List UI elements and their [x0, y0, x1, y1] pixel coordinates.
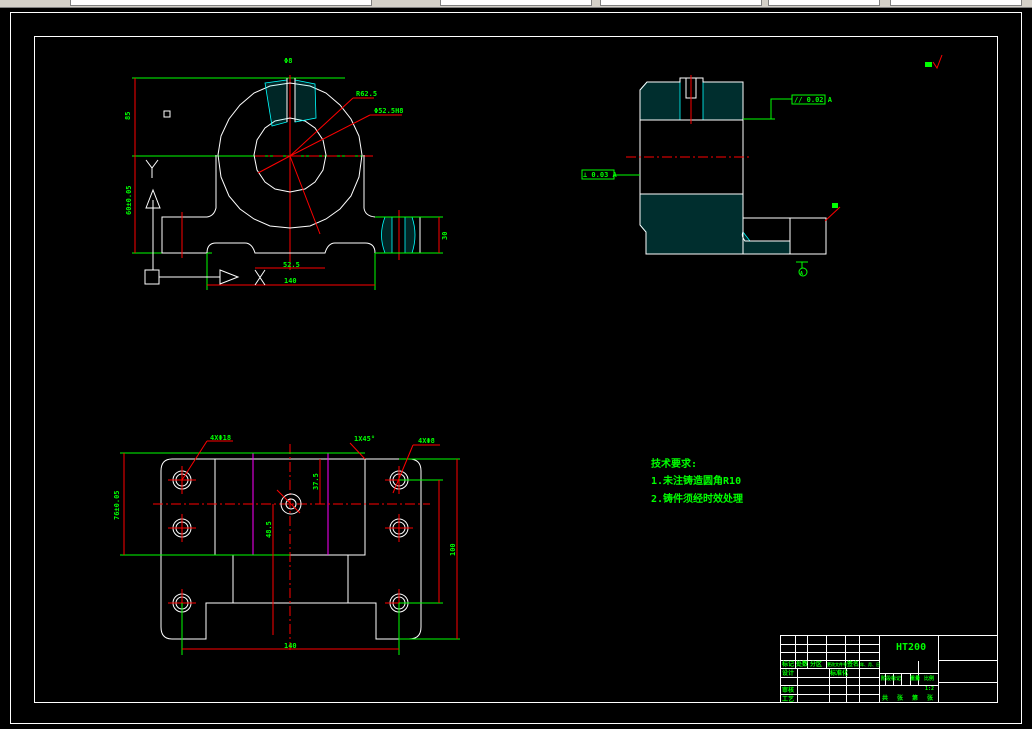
- tolerance-frame-perpendicular: ⊥ 0.03 A: [583, 171, 618, 179]
- drawing-canvas[interactable]: Φ8 R62.5 Φ52.5H8 85 60±0.05 30 52.5 140 …: [0, 0, 1032, 729]
- dim-width-bottom-plan: 140: [284, 642, 297, 650]
- plan-view: 4XΦ18 1X45° 4XΦ8 76±0.05 100 48.5 37.5 1…: [113, 434, 460, 655]
- dim-holes-left: 4XΦ18: [210, 434, 231, 442]
- dim-upper: 37.5: [312, 473, 320, 490]
- tb-sheet-number: 第: [911, 694, 918, 702]
- dim-total-height: 100: [449, 543, 457, 556]
- tb-header-signature: 签名: [846, 660, 859, 668]
- tb-stage-mark: 阶段标记: [881, 675, 901, 682]
- dim-height-left: 85: [124, 112, 132, 120]
- dim-holes-right: 4XΦ8: [418, 437, 435, 445]
- dim-center-width: 52.5: [283, 261, 300, 269]
- dim-radius2: Φ52.5H8: [374, 107, 404, 115]
- tb-design: 设计: [782, 669, 794, 677]
- tb-weight: 重量: [910, 675, 920, 682]
- tb-header-mark: 标记: [781, 660, 794, 668]
- dim-width-bottom: 140: [284, 277, 297, 285]
- dim-height-left-plan: 76±0.05: [113, 490, 121, 520]
- dim-inner-height: 48.5: [265, 521, 273, 538]
- sheet-outer-border: [10, 12, 1022, 724]
- dim-chamfer: 1X45°: [354, 435, 375, 443]
- tolerance-frame-parallel: // 0.02 A: [794, 96, 833, 104]
- tb-sheets-total: 共: [882, 694, 888, 702]
- tb-header-date: 年、月、日: [860, 661, 880, 667]
- dim-base-height: 30: [441, 232, 449, 240]
- dim-top-slot: Φ8: [284, 57, 292, 65]
- tb-sheets-unit2: 张: [927, 694, 934, 702]
- tech-req-item-2: 2.铸件须经时效处理: [651, 492, 743, 505]
- tech-req-title: 技术要求:: [651, 457, 697, 470]
- tb-header-count: 处数: [795, 660, 809, 668]
- datum-a: A: [800, 271, 803, 277]
- tb-header-zone: 分区: [810, 660, 822, 668]
- tb-scale-value: 1:2: [925, 686, 934, 692]
- tb-standard: 标准化: [829, 669, 848, 677]
- dim-height-lower: 60±0.05: [125, 185, 133, 215]
- tb-check: 审核: [782, 686, 794, 694]
- dim-radius1: R62.5: [356, 90, 377, 98]
- tb-process: 工艺: [782, 695, 794, 703]
- section-view: // 0.02 A ⊥ 0.03 A A: [581, 54, 943, 277]
- tb-header-change-doc: 更改文件号: [827, 661, 847, 667]
- tech-req-item-1: 1.未注铸造圆角R10: [651, 474, 741, 487]
- title-block: HT200 标记 处数 分区 更改文件号 签名 年、月、日 设计 标准化 审核 …: [780, 635, 998, 703]
- tb-scale: 比例: [924, 675, 934, 682]
- tb-sheets-unit1: 张: [897, 694, 904, 702]
- front-view: Φ8 R62.5 Φ52.5H8 85 60±0.05 30 52.5 140: [124, 57, 449, 290]
- technical-requirements: 技术要求: 1.未注铸造圆角R10 2.铸件须经时效处理: [651, 457, 743, 505]
- material-label: HT200: [896, 642, 926, 653]
